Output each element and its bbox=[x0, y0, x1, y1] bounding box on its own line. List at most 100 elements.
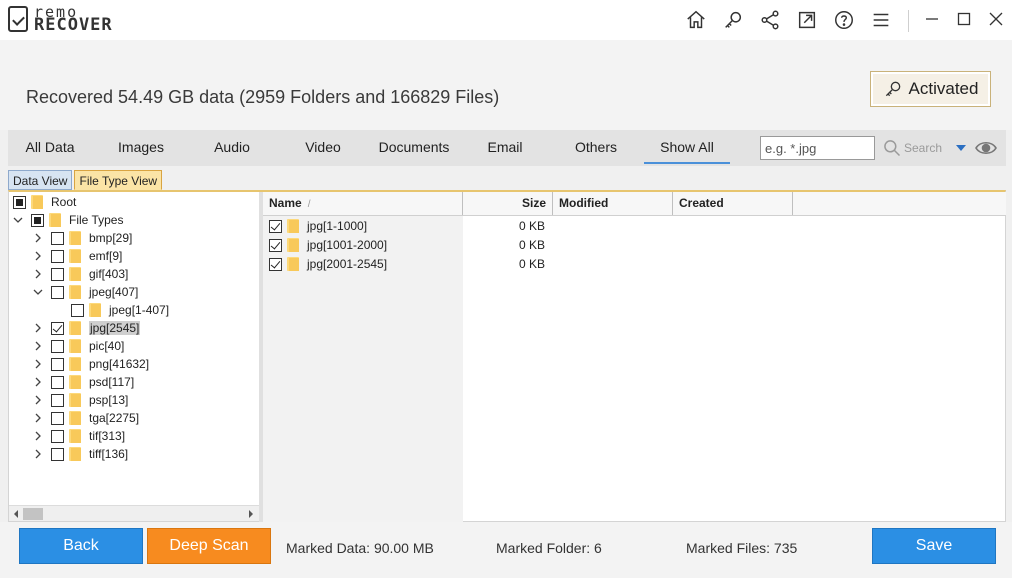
help-icon[interactable] bbox=[828, 8, 860, 32]
tree-checkbox[interactable] bbox=[51, 231, 64, 245]
column-header-modified[interactable]: Modified bbox=[553, 192, 673, 215]
marked-files-value: 735 bbox=[773, 540, 798, 556]
chevron-down-icon[interactable] bbox=[13, 215, 23, 225]
tree-item-root[interactable]: Root bbox=[13, 193, 76, 211]
table-row[interactable]: jpg[1001-2000] 0 KB bbox=[263, 236, 1006, 255]
column-header-size[interactable]: Size bbox=[463, 192, 553, 215]
chevron-right-icon[interactable] bbox=[33, 251, 43, 261]
scrollbar-thumb[interactable] bbox=[23, 508, 43, 520]
tree-checkbox[interactable] bbox=[51, 267, 64, 281]
home-icon[interactable] bbox=[680, 8, 712, 32]
key-icon bbox=[885, 81, 900, 97]
tree-checkbox[interactable] bbox=[51, 357, 64, 371]
marked-data-label: Marked Data: bbox=[286, 540, 371, 556]
tree-checkbox[interactable] bbox=[51, 429, 64, 443]
search-button[interactable]: Search bbox=[882, 136, 942, 160]
tree-item-jpg[interactable]: jpg[2545] bbox=[33, 319, 141, 337]
folder-icon bbox=[69, 375, 85, 389]
table-row[interactable]: jpg[2001-2545] 0 KB bbox=[263, 255, 1006, 274]
scroll-left-icon[interactable] bbox=[10, 508, 22, 520]
tree-item-psp[interactable]: psp[13] bbox=[33, 391, 128, 409]
export-icon[interactable] bbox=[791, 8, 823, 32]
tree-item-tif[interactable]: tif[313] bbox=[33, 427, 125, 445]
row-checkbox[interactable] bbox=[269, 219, 282, 233]
table-row[interactable]: jpg[1-1000] 0 KB bbox=[263, 217, 1006, 236]
chevron-right-icon[interactable] bbox=[33, 449, 43, 459]
chevron-right-icon[interactable] bbox=[33, 323, 43, 333]
save-button[interactable]: Save bbox=[872, 528, 996, 564]
eye-icon[interactable] bbox=[974, 137, 998, 159]
tree-horizontal-scrollbar[interactable] bbox=[9, 505, 259, 521]
tab-others[interactable]: Others bbox=[562, 130, 630, 164]
search-input[interactable] bbox=[760, 136, 875, 160]
chevron-right-icon[interactable] bbox=[33, 395, 43, 405]
chevron-right-icon[interactable] bbox=[33, 359, 43, 369]
tree-checkbox[interactable] bbox=[51, 321, 64, 335]
tab-data-view[interactable]: Data View bbox=[8, 170, 73, 190]
tree-item-label: jpeg[1-407] bbox=[109, 303, 170, 317]
row-checkbox[interactable] bbox=[269, 257, 282, 271]
menu-icon[interactable] bbox=[865, 8, 897, 32]
tab-documents[interactable]: Documents bbox=[372, 130, 456, 164]
tree-checkbox[interactable] bbox=[51, 393, 64, 407]
tree-item-png[interactable]: png[41632] bbox=[33, 355, 149, 373]
chevron-down-icon[interactable] bbox=[33, 287, 43, 297]
tree-item-tga[interactable]: tga[2275] bbox=[33, 409, 139, 427]
minimize-icon[interactable] bbox=[916, 8, 948, 30]
titlebar-separator bbox=[908, 10, 909, 32]
tree-item-tiff[interactable]: tiff[136] bbox=[33, 445, 128, 463]
column-header-name[interactable]: Name / bbox=[263, 192, 463, 215]
tab-email[interactable]: Email bbox=[476, 130, 534, 164]
tree-item-label: emf[9] bbox=[89, 249, 123, 263]
share-icon[interactable] bbox=[754, 8, 786, 32]
tab-file-type-view[interactable]: File Type View bbox=[74, 170, 163, 190]
chevron-right-icon[interactable] bbox=[33, 377, 43, 387]
activated-button[interactable]: Activated bbox=[870, 71, 991, 107]
close-icon[interactable] bbox=[980, 8, 1012, 30]
tree-checkbox[interactable] bbox=[51, 339, 64, 353]
tree-item-pic[interactable]: pic[40] bbox=[33, 337, 124, 355]
tree-item-jpeg-1-407[interactable]: jpeg[1-407] bbox=[71, 301, 169, 319]
tree-checkbox[interactable] bbox=[71, 303, 84, 317]
chevron-right-icon[interactable] bbox=[33, 413, 43, 423]
tree-item-label: tif[313] bbox=[89, 429, 126, 443]
tree-checkbox[interactable] bbox=[13, 195, 26, 209]
tree-item-emf[interactable]: emf[9] bbox=[33, 247, 122, 265]
back-button[interactable]: Back bbox=[19, 528, 143, 564]
tree-item-jpeg[interactable]: jpeg[407] bbox=[33, 283, 138, 301]
tree-checkbox[interactable] bbox=[31, 213, 44, 227]
marked-folder-label: Marked Folder: bbox=[496, 540, 591, 556]
scroll-right-icon[interactable] bbox=[245, 508, 257, 520]
tree-checkbox[interactable] bbox=[51, 447, 64, 461]
chevron-right-icon[interactable] bbox=[33, 269, 43, 279]
folder-icon bbox=[69, 357, 85, 371]
tab-show-all[interactable]: Show All bbox=[644, 130, 730, 164]
folder-tree: Root File Types bmp[29] emf[9] gif[403] … bbox=[9, 192, 259, 522]
maximize-icon[interactable] bbox=[948, 8, 980, 30]
tree-item-gif[interactable]: gif[403] bbox=[33, 265, 128, 283]
tab-video[interactable]: Video bbox=[288, 130, 358, 164]
tree-checkbox[interactable] bbox=[51, 249, 64, 263]
tree-item-label: psd[117] bbox=[89, 375, 135, 389]
chevron-right-icon[interactable] bbox=[33, 233, 43, 243]
tree-checkbox[interactable] bbox=[51, 375, 64, 389]
chevron-right-icon[interactable] bbox=[33, 431, 43, 441]
tree-item-bmp[interactable]: bmp[29] bbox=[33, 229, 132, 247]
tab-audio[interactable]: Audio bbox=[198, 130, 266, 164]
column-header-created[interactable]: Created bbox=[673, 192, 793, 215]
dropdown-arrow-icon[interactable] bbox=[954, 141, 968, 155]
tree-item-file-types[interactable]: File Types bbox=[13, 211, 123, 229]
tab-images[interactable]: Images bbox=[106, 130, 176, 164]
tree-item-psd[interactable]: psd[117] bbox=[33, 373, 134, 391]
tree-checkbox[interactable] bbox=[51, 411, 64, 425]
folder-icon bbox=[69, 249, 85, 263]
marked-folder: Marked Folder: 6 bbox=[496, 540, 602, 556]
deep-scan-button[interactable]: Deep Scan bbox=[147, 528, 271, 564]
chevron-right-icon[interactable] bbox=[33, 341, 43, 351]
tree-checkbox[interactable] bbox=[51, 285, 64, 299]
folder-icon bbox=[287, 238, 303, 252]
tab-all-data[interactable]: All Data bbox=[14, 130, 86, 164]
folder-icon bbox=[69, 231, 85, 245]
key-icon[interactable] bbox=[717, 8, 749, 32]
row-checkbox[interactable] bbox=[269, 238, 282, 252]
